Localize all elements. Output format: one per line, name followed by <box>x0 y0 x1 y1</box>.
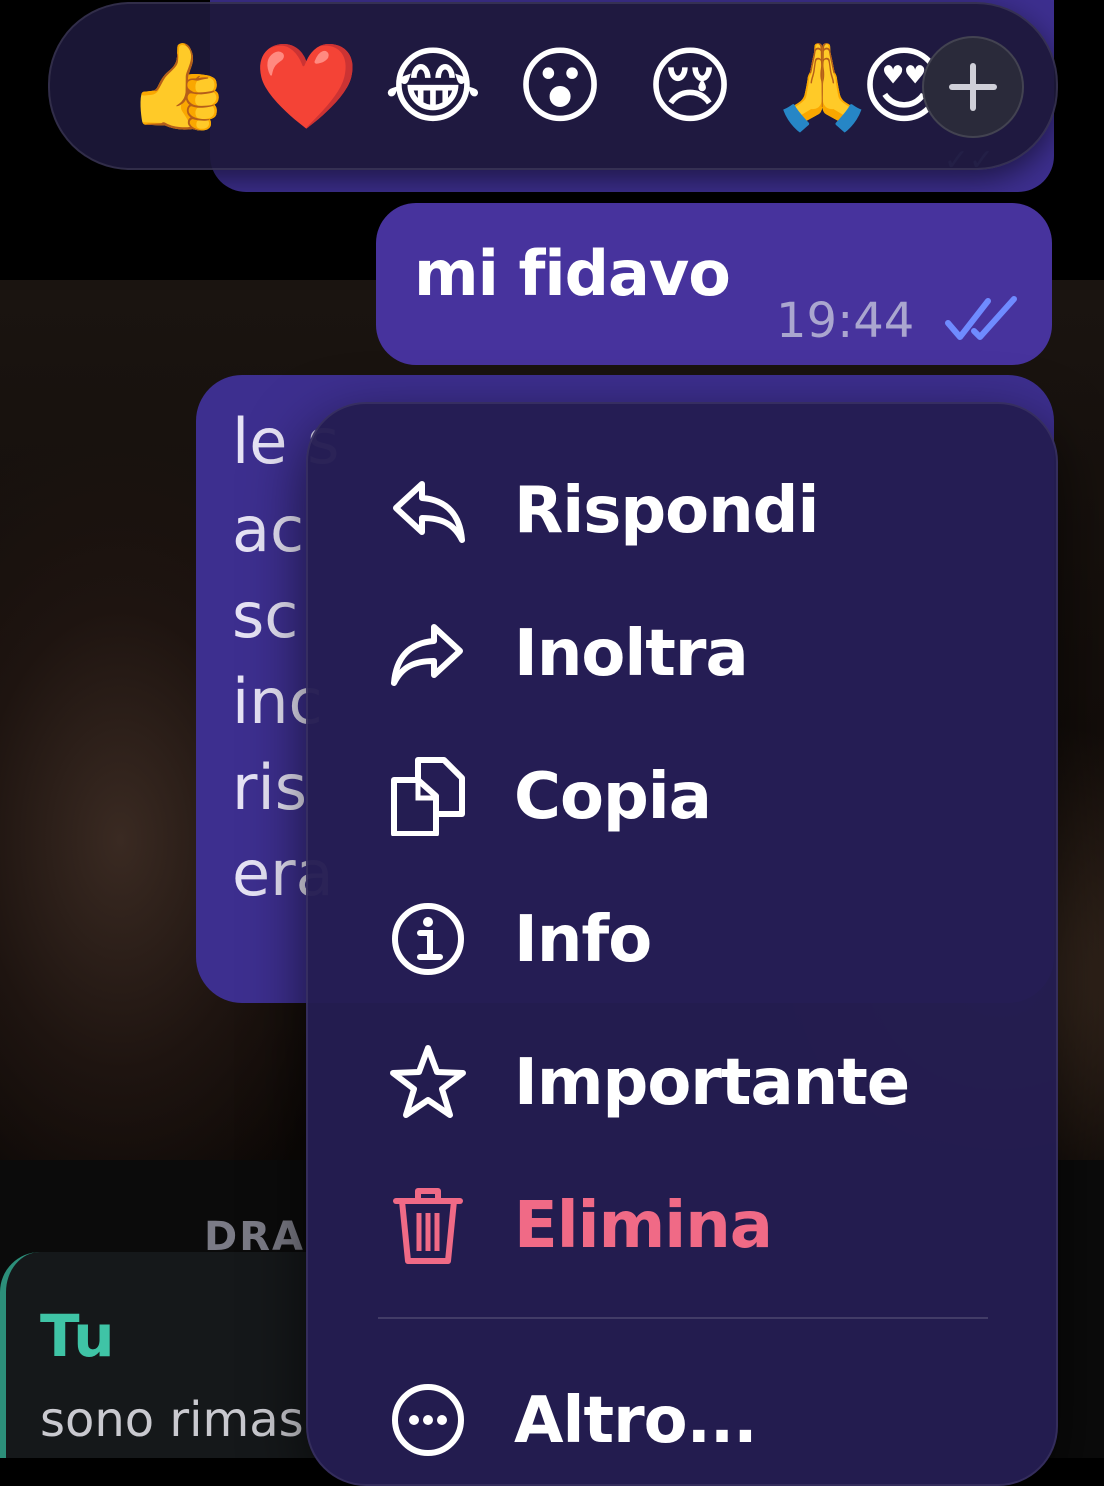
menu-item-elimina[interactable]: Elimina <box>308 1159 1056 1279</box>
reply-icon <box>393 481 465 543</box>
reaction-surprised[interactable]: 😮 <box>512 38 608 134</box>
reaction-crying[interactable]: 😢 <box>642 38 738 134</box>
menu-divider <box>378 1317 988 1319</box>
trash-icon <box>393 1188 463 1264</box>
menu-item-label: Copia <box>514 760 712 834</box>
menu-item-info[interactable]: Info <box>308 873 1056 993</box>
forward-icon <box>391 624 463 686</box>
menu-item-label: Info <box>514 903 652 977</box>
message-text: mi fidavo <box>414 237 731 310</box>
more-reactions-button[interactable] <box>922 36 1024 138</box>
message-line: ac <box>232 493 305 566</box>
menu-item-copia[interactable]: Copia <box>308 730 1056 850</box>
menu-item-importante[interactable]: Importante <box>308 1016 1056 1136</box>
plus-icon <box>949 63 997 111</box>
reaction-bar: 👍 ❤️ 😂 😮 😢 🙏 😍 <box>48 2 1058 170</box>
reply-sender: Tu <box>40 1302 115 1370</box>
menu-item-label: Inoltra <box>514 617 749 691</box>
menu-item-label: Rispondi <box>514 474 819 548</box>
reaction-laughing[interactable]: 😂 <box>384 38 482 134</box>
star-icon <box>390 1045 466 1118</box>
reply-preview[interactable]: Tu sono rimas <box>0 1252 346 1458</box>
reaction-heart[interactable]: ❤️ <box>254 38 359 134</box>
reply-text: sono rimas <box>40 1392 304 1448</box>
read-ticks-icon <box>945 296 1017 340</box>
menu-item-inoltra[interactable]: Inoltra <box>308 587 1056 707</box>
reaction-praying[interactable]: 🙏 <box>770 38 875 134</box>
message-context-menu: Rispondi Inoltra Copia Info Importante E… <box>306 402 1058 1486</box>
menu-item-label: Elimina <box>514 1189 773 1263</box>
message-line: ris <box>232 751 308 824</box>
reaction-thumbs-up[interactable]: 👍 <box>126 38 231 134</box>
sent-message-bubble[interactable]: mi fidavo 19:44 <box>376 203 1052 365</box>
menu-item-altro[interactable]: Altro... <box>308 1354 1056 1474</box>
message-time: 19:44 <box>776 293 915 349</box>
copy-icon <box>391 757 465 836</box>
message-line: sc <box>232 579 299 652</box>
info-icon <box>392 903 464 975</box>
more-icon <box>392 1384 464 1456</box>
menu-item-rispondi[interactable]: Rispondi <box>308 444 1056 564</box>
menu-item-label: Importante <box>514 1046 910 1120</box>
menu-item-label: Altro... <box>514 1384 758 1458</box>
